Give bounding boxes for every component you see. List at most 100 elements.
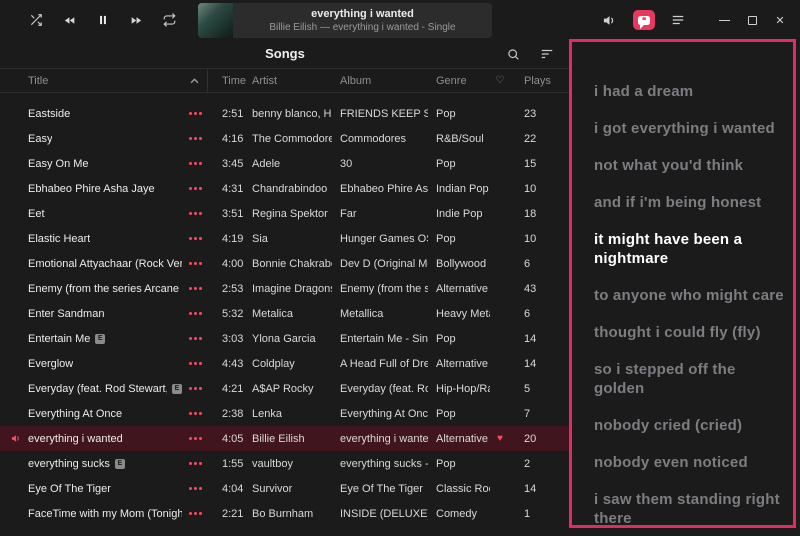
lyric-line[interactable]: not what you'd think <box>594 156 788 175</box>
song-genre: Comedy <box>428 508 490 520</box>
row-menu-button[interactable] <box>182 376 208 401</box>
song-title: Eastside <box>28 108 70 120</box>
column-header-title[interactable]: Title <box>28 75 182 87</box>
lyric-line[interactable]: i saw them standing right there <box>594 490 788 528</box>
song-time: 4:00 <box>208 258 244 270</box>
table-row[interactable]: Ebhabeo Phire Asha Jaye E 4:31 Chandrabi… <box>0 176 570 201</box>
table-row[interactable]: Everything At Once E 2:38 Lenka Everythi… <box>0 401 570 426</box>
lyric-line[interactable]: to anyone who might care <box>594 286 788 305</box>
table-row[interactable]: Everglow E 4:43 Coldplay A Head Full of … <box>0 351 570 376</box>
table-row[interactable]: Elastic Heart E 4:19 Sia Hunger Games OS… <box>0 226 570 251</box>
loved-heart-icon[interactable]: ♥ <box>490 433 510 444</box>
song-title-cell: FaceTime with my Mom (Tonight) E <box>28 508 182 520</box>
minimize-button[interactable] <box>710 0 738 40</box>
column-header-loved-heart-icon[interactable]: ♡ <box>490 75 510 86</box>
lyric-line[interactable]: nobody even noticed <box>594 453 788 472</box>
table-row[interactable]: Entertain Me E 3:03 Ylona Garcia Enterta… <box>0 326 570 351</box>
shuffle-button[interactable] <box>26 11 46 29</box>
sort-filter-icon <box>540 48 554 60</box>
queue-button[interactable] <box>668 11 688 29</box>
row-menu-button[interactable] <box>182 476 208 501</box>
row-menu-button[interactable] <box>182 326 208 351</box>
row-menu-button[interactable] <box>182 301 208 326</box>
now-playing-widget[interactable]: everything i wanted Billie Eilish — ever… <box>198 3 492 38</box>
lyric-line[interactable]: nobody cried (cried) <box>594 416 788 435</box>
song-genre: Hip-Hop/Rap <box>428 383 490 395</box>
table-row[interactable]: Eastside E 2:51 benny blanco, Halse... F… <box>0 101 570 126</box>
song-title: Eet <box>28 208 45 220</box>
search-button[interactable] <box>505 46 522 63</box>
sort-ascending-indicator[interactable] <box>182 69 208 92</box>
maximize-button[interactable] <box>738 0 766 40</box>
lyric-line[interactable]: i had a dream <box>594 82 788 101</box>
song-album: everything sucks - S... <box>332 458 428 470</box>
song-artist: benny blanco, Halse... <box>244 108 332 120</box>
row-menu-button[interactable] <box>182 101 208 126</box>
table-row[interactable]: Everyday (feat. Rod Stewart, Miguel... E… <box>0 376 570 401</box>
ellipsis-menu-icon <box>189 287 192 290</box>
repeat-button[interactable] <box>160 11 179 29</box>
song-plays: 1 <box>510 508 550 520</box>
table-row[interactable]: FaceTime with my Mom (Tonight) E 2:21 Bo… <box>0 501 570 526</box>
row-menu-button[interactable] <box>182 276 208 301</box>
now-playing-title: everything i wanted <box>311 8 414 20</box>
ellipsis-menu-icon <box>189 337 192 340</box>
table-row[interactable]: Emotional Attyachaar (Rock Version) E 4:… <box>0 251 570 276</box>
column-header-album[interactable]: Album <box>332 75 428 87</box>
ellipsis-menu-icon <box>189 437 192 440</box>
pause-button[interactable] <box>94 11 112 29</box>
lyric-line[interactable]: so i stepped off the golden <box>594 360 788 398</box>
album-art <box>198 3 233 38</box>
table-row[interactable]: everything sucks E 1:55 vaultboy everyth… <box>0 451 570 476</box>
lyric-line[interactable]: i got everything i wanted <box>594 119 788 138</box>
ellipsis-menu-icon <box>189 137 192 140</box>
column-header-time[interactable]: Time <box>208 75 244 87</box>
row-menu-button[interactable] <box>182 226 208 251</box>
song-album: Eye Of The Tiger <box>332 483 428 495</box>
song-album: Hunger Games OST <box>332 233 428 245</box>
lyric-line[interactable]: and if i'm being honest <box>594 193 788 212</box>
lyric-line[interactable]: it might have been a nightmare <box>594 230 788 268</box>
table-row[interactable]: Easy E 4:16 The Commodores Commodores R&… <box>0 126 570 151</box>
row-menu-button[interactable] <box>182 126 208 151</box>
row-menu-button[interactable] <box>182 451 208 476</box>
row-status-cell <box>10 208 28 219</box>
column-header-artist[interactable]: Artist <box>244 75 332 87</box>
chevron-up-icon <box>190 78 199 84</box>
table-row[interactable]: Eye Of The Tiger E 4:04 Survivor Eye Of … <box>0 476 570 501</box>
row-menu-button[interactable] <box>182 251 208 276</box>
close-icon: ✕ <box>775 14 784 27</box>
row-menu-button[interactable] <box>182 351 208 376</box>
table-row[interactable]: everything i wanted E 4:05 Billie Eilish… <box>0 426 570 451</box>
sort-filter-button[interactable] <box>538 46 556 62</box>
table-row[interactable]: Enemy (from the series Arcane Leagu... E… <box>0 276 570 301</box>
song-album: 30 <box>332 158 428 170</box>
lyrics-toggle-button[interactable] <box>633 10 655 30</box>
now-playing-speaker-icon <box>10 433 22 444</box>
next-button[interactable] <box>126 12 146 29</box>
song-title: FaceTime with my Mom (Tonight) <box>28 508 182 520</box>
table-row[interactable]: Easy On Me E 3:45 Adele 30 Pop 15 <box>0 151 570 176</box>
song-time: 3:51 <box>208 208 244 220</box>
column-header-genre[interactable]: Genre <box>428 75 490 87</box>
row-menu-button[interactable] <box>182 176 208 201</box>
table-row[interactable]: Enter Sandman E 5:32 Metalica Metallica … <box>0 301 570 326</box>
row-menu-button[interactable] <box>182 201 208 226</box>
previous-button[interactable] <box>60 12 80 29</box>
song-album: Far <box>332 208 428 220</box>
close-button[interactable]: ✕ <box>766 0 794 40</box>
song-title-cell: Emotional Attyachaar (Rock Version) E <box>28 258 182 270</box>
row-menu-button[interactable] <box>182 401 208 426</box>
song-plays: 10 <box>510 183 550 195</box>
now-playing-subtitle: Billie Eilish — everything i wanted - Si… <box>269 22 455 33</box>
column-header-plays[interactable]: Plays <box>510 75 550 87</box>
volume-button[interactable] <box>599 11 620 30</box>
table-row[interactable]: Eet E 3:51 Regina Spektor Far Indie Pop … <box>0 201 570 226</box>
song-genre: Indian Pop <box>428 183 490 195</box>
row-menu-button[interactable] <box>182 501 208 526</box>
row-menu-button[interactable] <box>182 426 208 451</box>
song-genre: Indie Pop <box>428 208 490 220</box>
song-title-cell: Easy E <box>28 133 182 145</box>
row-menu-button[interactable] <box>182 151 208 176</box>
lyric-line[interactable]: thought i could fly (fly) <box>594 323 788 342</box>
